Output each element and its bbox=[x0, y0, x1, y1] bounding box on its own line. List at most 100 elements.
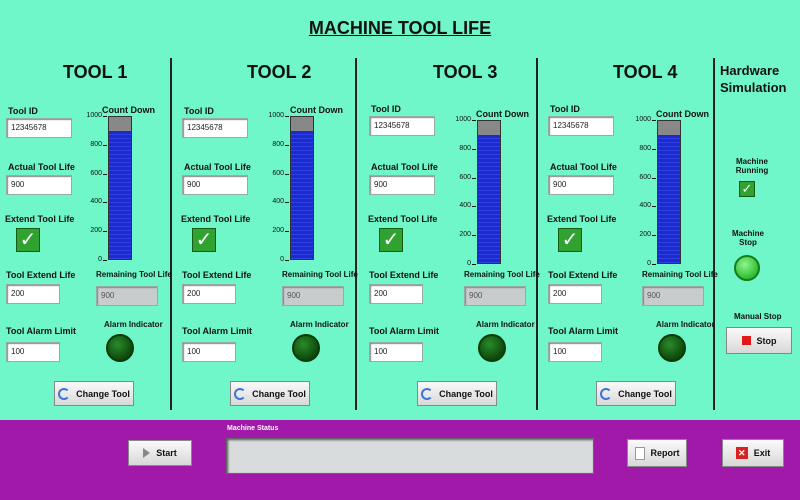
machine-running-label: Machine Running bbox=[735, 157, 769, 175]
gauge-tick-label: 200 bbox=[459, 231, 471, 239]
gauge-tick-mark bbox=[103, 116, 107, 117]
gauge-tick-label: 1000 bbox=[635, 116, 651, 123]
change-tool-button[interactable]: Change Tool bbox=[230, 381, 310, 406]
gauge-tick-mark bbox=[652, 206, 656, 208]
tool-id-label: Tool ID bbox=[184, 106, 214, 116]
gauge-tick-mark bbox=[472, 235, 476, 237]
section-divider bbox=[536, 58, 538, 410]
gauge-tick-mark bbox=[472, 120, 476, 121]
close-icon: ✕ bbox=[735, 447, 748, 459]
machine-stop-indicator bbox=[734, 255, 760, 281]
actual-tool-life-input[interactable]: 900 bbox=[6, 175, 72, 195]
extend-tool-life-checkbox[interactable]: ✓ bbox=[558, 228, 582, 252]
start-button-label: Start bbox=[156, 448, 177, 458]
count-down-tank bbox=[477, 120, 501, 264]
gauge-tick-mark bbox=[472, 206, 476, 208]
gauge-tick-mark bbox=[285, 116, 289, 117]
gauge-tick-mark bbox=[472, 264, 476, 265]
manual-stop-label: Manual Stop bbox=[734, 312, 782, 321]
tool-extend-life-label: Tool Extend Life bbox=[182, 270, 252, 280]
hardware-title: Hardware Simulation bbox=[720, 63, 787, 95]
gauge-tick-label: 600 bbox=[90, 169, 102, 177]
start-button[interactable]: Start bbox=[128, 440, 192, 466]
remaining-tool-life-label: Remaining Tool Life bbox=[282, 270, 358, 279]
gauge-tick-label: 1000 bbox=[86, 112, 102, 119]
gauge-tick-label: 600 bbox=[639, 173, 651, 181]
page-title: MACHINE TOOL LIFE bbox=[308, 18, 492, 38]
extend-tool-life-checkbox[interactable]: ✓ bbox=[379, 228, 403, 252]
tool-title: TOOL 2 bbox=[247, 62, 312, 82]
alarm-indicator bbox=[658, 334, 686, 362]
tool-alarm-limit-label: Tool Alarm Limit bbox=[6, 326, 77, 336]
tool-id-input[interactable]: 12345678 bbox=[548, 116, 614, 136]
gauge-tick-label: 200 bbox=[272, 227, 284, 235]
actual-tool-life-input[interactable]: 900 bbox=[548, 175, 614, 195]
document-icon bbox=[634, 446, 645, 460]
stop-button[interactable]: Stop bbox=[726, 327, 792, 354]
change-tool-button[interactable]: Change Tool bbox=[417, 381, 497, 406]
tool-extend-life-input[interactable]: 200 bbox=[548, 284, 602, 304]
stop-button-label: Stop bbox=[756, 335, 777, 346]
alarm-indicator bbox=[106, 334, 134, 362]
tool-id-label: Tool ID bbox=[550, 104, 580, 114]
play-icon bbox=[143, 448, 151, 458]
tool-extend-life-label: Tool Extend Life bbox=[548, 270, 618, 280]
gauge-tick-label: 800 bbox=[459, 144, 471, 152]
actual-tool-life-label: Actual Tool Life bbox=[371, 162, 438, 172]
report-button[interactable]: Report bbox=[627, 439, 687, 467]
remaining-tool-life-display: 900 bbox=[642, 286, 704, 306]
machine-running-checkbox[interactable]: ✓ bbox=[739, 181, 755, 197]
gauge-tick-mark bbox=[103, 173, 107, 175]
gauge-tick-mark bbox=[652, 264, 656, 265]
extend-tool-life-checkbox[interactable]: ✓ bbox=[16, 228, 40, 252]
gauge-tick-mark bbox=[652, 235, 656, 237]
tool-alarm-limit-input[interactable]: 100 bbox=[548, 342, 602, 362]
gauge-tick-mark bbox=[285, 231, 289, 233]
gauge-tick-mark bbox=[652, 177, 656, 179]
gauge-tick-label: 200 bbox=[90, 227, 102, 235]
tool-extend-life-input[interactable]: 200 bbox=[369, 284, 423, 304]
count-down-tank bbox=[657, 120, 681, 264]
tool-id-label: Tool ID bbox=[371, 104, 401, 114]
tool-alarm-limit-label: Tool Alarm Limit bbox=[369, 326, 440, 336]
extend-tool-life-checkbox[interactable]: ✓ bbox=[192, 228, 216, 252]
remaining-tool-life-label: Remaining Tool Life bbox=[642, 270, 718, 279]
alarm-indicator-label: Alarm Indicator bbox=[104, 320, 163, 329]
alarm-indicator-label: Alarm Indicator bbox=[290, 320, 349, 329]
tool-extend-life-input[interactable]: 200 bbox=[6, 284, 60, 304]
tool-id-input[interactable]: 12345678 bbox=[369, 116, 435, 136]
gauge-tick-label: 800 bbox=[639, 144, 651, 152]
tool-extend-life-label: Tool Extend Life bbox=[6, 270, 76, 280]
alarm-indicator-label: Alarm Indicator bbox=[476, 320, 535, 329]
tool-alarm-limit-input[interactable]: 100 bbox=[6, 342, 60, 362]
stop-icon bbox=[741, 336, 751, 345]
exit-button[interactable]: ✕ Exit bbox=[722, 439, 784, 467]
gauge-tick-mark bbox=[103, 202, 107, 204]
tool-title: TOOL 4 bbox=[613, 62, 678, 82]
gauge-tick-label: 400 bbox=[459, 202, 471, 210]
change-tool-button[interactable]: Change Tool bbox=[54, 381, 134, 406]
gauge-tick-mark bbox=[652, 120, 656, 121]
extend-tool-life-label: Extend Tool Life bbox=[5, 214, 75, 224]
tool-extend-life-label: Tool Extend Life bbox=[369, 270, 439, 280]
tool-alarm-limit-input[interactable]: 100 bbox=[182, 342, 236, 362]
actual-tool-life-input[interactable]: 900 bbox=[369, 175, 435, 195]
change-tool-label: Change Tool bbox=[618, 388, 672, 399]
tool-id-input[interactable]: 12345678 bbox=[6, 118, 72, 138]
gauge-tick-mark bbox=[103, 231, 107, 233]
gauge-tick-label: 400 bbox=[272, 198, 284, 206]
gauge-tick-mark bbox=[285, 144, 289, 146]
gauge-tick-label: 800 bbox=[90, 140, 102, 148]
actual-tool-life-input[interactable]: 900 bbox=[182, 175, 248, 195]
tool-extend-life-input[interactable]: 200 bbox=[182, 284, 236, 304]
section-divider bbox=[713, 58, 715, 410]
tool-alarm-limit-input[interactable]: 100 bbox=[369, 342, 423, 362]
count-down-fill bbox=[109, 131, 131, 259]
change-tool-button[interactable]: Change Tool bbox=[596, 381, 676, 406]
tool-id-input[interactable]: 12345678 bbox=[182, 118, 248, 138]
actual-tool-life-label: Actual Tool Life bbox=[8, 162, 75, 172]
alarm-indicator bbox=[292, 334, 320, 362]
count-down-label: Count Down bbox=[476, 109, 529, 119]
gauge-tick-label: 200 bbox=[639, 231, 651, 239]
refresh-icon bbox=[58, 387, 71, 400]
